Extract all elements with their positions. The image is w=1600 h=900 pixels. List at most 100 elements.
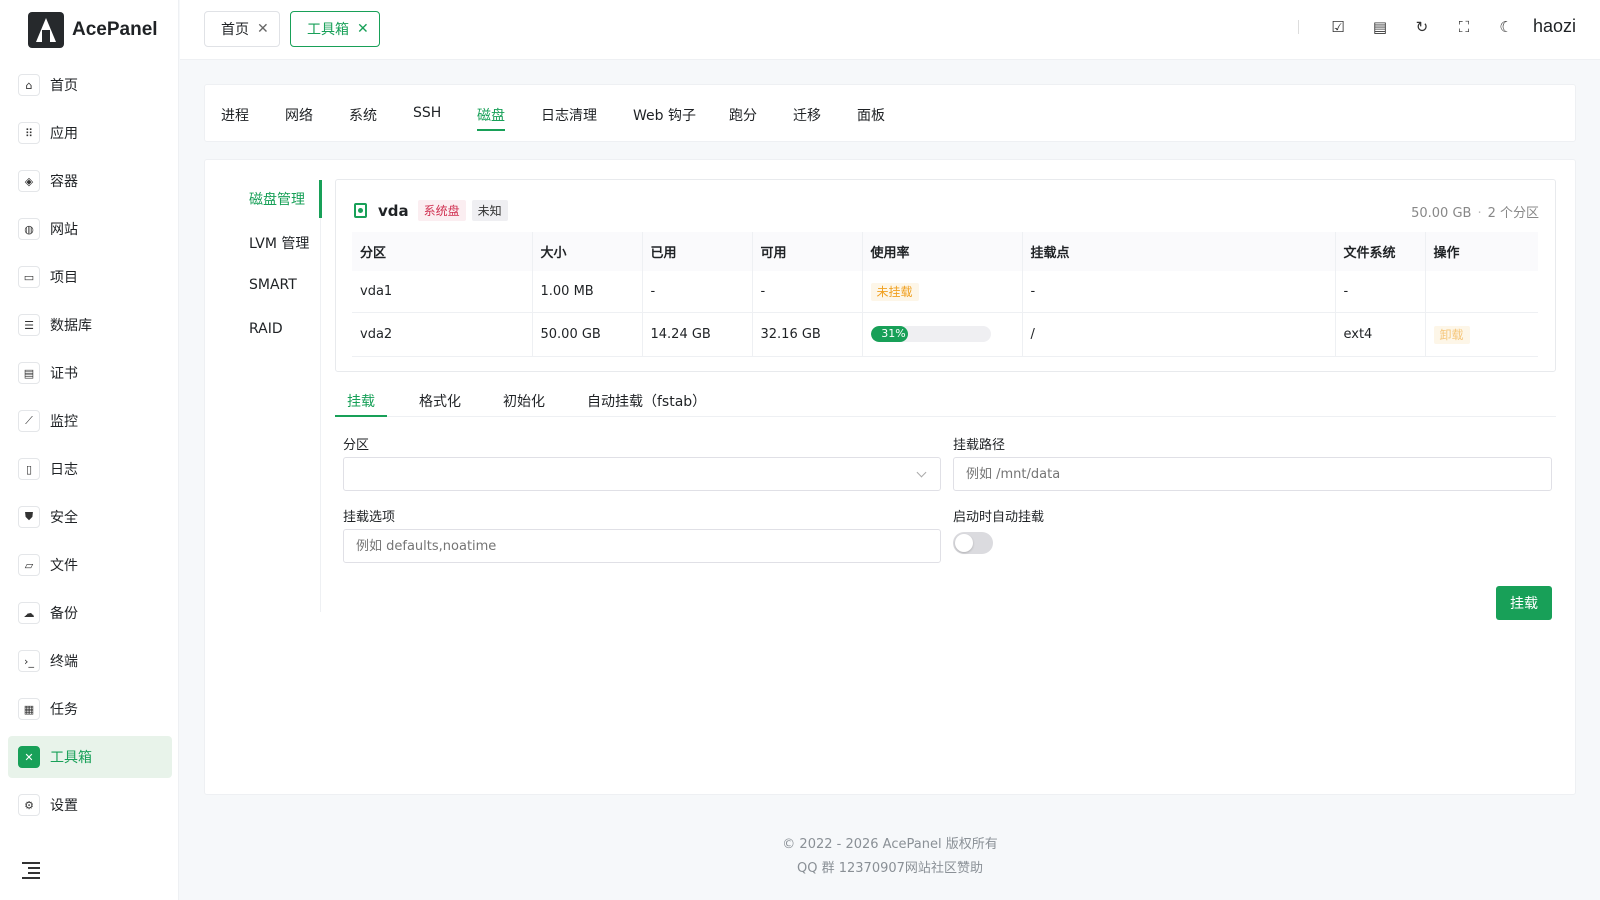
chart-line-icon: ⟋: [18, 410, 40, 432]
sidebar-item-home[interactable]: ⌂ 首页: [8, 64, 172, 106]
sidebar-item-logs[interactable]: ▯ 日志: [8, 448, 172, 490]
disk-meta: 50.00 GB · 2 个分区: [1411, 206, 1539, 221]
column-header: 操作: [1425, 232, 1538, 271]
logo-icon: [28, 12, 64, 48]
sidebar-item-label: 容器: [50, 174, 78, 190]
disk-name: vda: [378, 201, 409, 220]
sidebar-item-files[interactable]: ▱ 文件: [8, 544, 172, 586]
footer-link-community[interactable]: 社区: [931, 861, 957, 876]
sidebar-item-terminal[interactable]: ›_ 终端: [8, 640, 172, 682]
column-header: 分区: [352, 232, 533, 271]
app-name: AcePanel: [72, 19, 158, 40]
sidebar-item-label: 首页: [50, 78, 78, 94]
sidebar-item-websites[interactable]: ◍ 网站: [8, 208, 172, 250]
tab-webhook[interactable]: Web 钩子: [633, 105, 696, 125]
mount-path-label: 挂载路径: [953, 438, 1006, 453]
table-header-row: 分区 大小 已用 可用 使用率 挂载点 文件系统 操作: [352, 232, 1538, 271]
refresh-icon[interactable]: ↻: [1413, 18, 1431, 36]
disk-size: 50.00 GB: [1411, 206, 1472, 221]
cell-partition: vda2: [352, 312, 533, 357]
header-tools: ☑ ▤ ↻ ⛶ ☾ haozi: [1297, 16, 1576, 37]
user-name[interactable]: haozi: [1533, 16, 1576, 37]
tab-migrate[interactable]: 迁移: [793, 105, 821, 125]
footer-qq: QQ 群 12370907: [797, 861, 905, 876]
divider: [1297, 19, 1299, 34]
footer-links: QQ 群 12370907网站社区赞助: [180, 857, 1600, 876]
tab-mount[interactable]: 挂载: [335, 391, 387, 417]
sidebar-item-label: 设置: [50, 798, 78, 814]
column-header: 可用: [752, 232, 863, 271]
sidebar-item-projects[interactable]: ▭ 项目: [8, 256, 172, 298]
sidebar-item-label: 网站: [50, 222, 78, 238]
partition-table: 分区 大小 已用 可用 使用率 挂载点 文件系统 操作 vda1 1.00 MB…: [352, 232, 1538, 357]
sidebar-item-containers[interactable]: ◈ 容器: [8, 160, 172, 202]
sidebar: AcePanel ⌂ 首页 ⠿ 应用 ◈ 容器 ◍ 网站 ▭ 项目 ☰ 数据库 ▤ 证书 ⟋ 监…: [0, 0, 179, 900]
tab-toolbox[interactable]: 工具箱 ✕: [290, 11, 380, 47]
close-icon[interactable]: ✕: [257, 21, 269, 37]
mount-options-input[interactable]: [343, 529, 941, 563]
mount-button[interactable]: 挂载: [1496, 586, 1552, 620]
auto-mount-label: 启动时自动挂载: [953, 510, 1045, 525]
close-icon[interactable]: ✕: [357, 21, 369, 37]
partition-select[interactable]: [343, 457, 941, 491]
sidebar-item-toolbox[interactable]: ✕ 工具箱: [8, 736, 172, 778]
sidebar-item-certificates[interactable]: ▤ 证书: [8, 352, 172, 394]
sidebar-item-label: 任务: [50, 702, 78, 718]
tab-home[interactable]: 首页 ✕: [204, 11, 280, 47]
sidebar-item-backup[interactable]: ☁ 备份: [8, 592, 172, 634]
partition-count: 2 个分区: [1487, 206, 1539, 221]
task-check-icon[interactable]: ☑: [1329, 18, 1347, 36]
toolbox-tabs: 进程 网络 系统 SSH 磁盘 日志清理 Web 钩子 跑分 迁移 面板: [204, 84, 1576, 142]
sidebar-item-settings[interactable]: ⚙ 设置: [8, 784, 172, 826]
disk-header: vda 系统盘 未知: [354, 200, 508, 221]
tab-fstab[interactable]: 自动挂载（fstab）: [587, 391, 706, 411]
tab-format[interactable]: 格式化: [419, 391, 461, 411]
tab-initialize[interactable]: 初始化: [503, 391, 545, 411]
disk-type-badge: 未知: [471, 200, 508, 221]
sidebar-item-database[interactable]: ☰ 数据库: [8, 304, 172, 346]
cell-actions: 卸载: [1425, 312, 1538, 357]
fullscreen-icon[interactable]: ⛶: [1455, 18, 1473, 36]
tab-log-clean[interactable]: 日志清理: [541, 105, 597, 125]
gear-icon: ⚙: [18, 794, 40, 816]
column-header: 已用: [642, 232, 753, 271]
app-logo[interactable]: AcePanel: [28, 12, 158, 48]
footer-link-sponsor[interactable]: 赞助: [957, 861, 983, 876]
mount-path-input[interactable]: [953, 457, 1552, 491]
unmount-button[interactable]: 卸载: [1433, 325, 1470, 344]
column-header: 使用率: [862, 232, 1023, 271]
footer-link-website[interactable]: 网站: [905, 861, 931, 876]
nav-raid[interactable]: RAID: [249, 321, 283, 337]
tab-system[interactable]: 系统: [349, 105, 377, 125]
nav-disk-management[interactable]: 磁盘管理: [249, 189, 305, 209]
dark-mode-icon[interactable]: ☾: [1497, 18, 1515, 36]
cell-actions: [1425, 271, 1538, 313]
tab-process[interactable]: 进程: [221, 105, 249, 125]
sidebar-item-monitor[interactable]: ⟋ 监控: [8, 400, 172, 442]
home-icon: ⌂: [18, 74, 40, 96]
tab-benchmark[interactable]: 跑分: [729, 105, 757, 125]
unmounted-badge: 未挂载: [870, 282, 919, 301]
document-icon[interactable]: ▤: [1371, 18, 1389, 36]
usage-progress-bar: 31%: [870, 326, 991, 342]
apps-grid-icon: ⠿: [18, 122, 40, 144]
nav-lvm[interactable]: LVM 管理: [249, 233, 309, 253]
sidebar-item-label: 证书: [50, 366, 78, 382]
sidebar-item-security[interactable]: ⛊ 安全: [8, 496, 172, 538]
sidebar-item-apps[interactable]: ⠿ 应用: [8, 112, 172, 154]
nav-smart[interactable]: SMART: [249, 277, 297, 293]
table-row: vda2 50.00 GB 14.24 GB 32.16 GB 31% / ex…: [352, 312, 1538, 357]
active-indicator: [319, 180, 322, 218]
sidebar-item-tasks[interactable]: ▦ 任务: [8, 688, 172, 730]
cell-size: 50.00 GB: [532, 312, 643, 357]
tab-network[interactable]: 网络: [285, 105, 313, 125]
collapse-sidebar-icon[interactable]: [22, 862, 40, 879]
tab-disk[interactable]: 磁盘: [477, 105, 505, 131]
certificate-icon: ▤: [18, 362, 40, 384]
tools-icon: ✕: [18, 746, 40, 768]
layers-icon: ◈: [18, 170, 40, 192]
calendar-task-icon: ▦: [18, 698, 40, 720]
tab-panel[interactable]: 面板: [857, 105, 885, 125]
auto-mount-toggle[interactable]: [953, 532, 993, 554]
tab-ssh[interactable]: SSH: [413, 105, 441, 121]
